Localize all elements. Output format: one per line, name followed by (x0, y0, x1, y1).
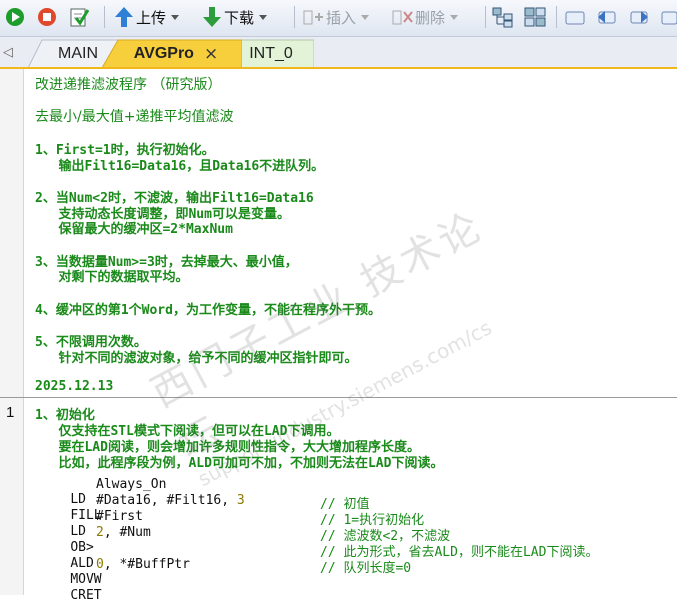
network-view-button[interactable] (491, 5, 515, 29)
network-number[interactable]: 1 (6, 404, 14, 421)
tab-bar: ◁ MAIN INT_0 AVGPro × (0, 37, 677, 68)
tab-int0-label: INT_0 (249, 44, 293, 62)
stop-icon (38, 8, 56, 26)
comment-date: 2025.12.13 (35, 379, 114, 394)
comment-title: 改进递推滤波程序 （研究版） (35, 77, 222, 93)
tab-main-label: MAIN (58, 44, 98, 62)
line-gutter (0, 69, 24, 595)
comment-item1-line2: 输出Filt16=Data16，且Data16不进队列。 (35, 159, 325, 174)
network-tree-icon (492, 7, 513, 28)
navigate-back-button[interactable] (596, 5, 618, 29)
navigate-forward-button[interactable] (628, 5, 650, 29)
upload-arrow-icon (115, 7, 133, 27)
insert-icon (303, 10, 323, 25)
close-icon[interactable]: × (204, 44, 218, 64)
network-divider (0, 397, 677, 398)
back-arrow-icon (598, 11, 616, 24)
code-arg: , *#BuffPtr (103, 557, 190, 572)
delete-icon (392, 10, 413, 25)
delete-label: 删除 (415, 8, 446, 27)
download-arrow-icon (203, 7, 221, 27)
run-icon (6, 8, 24, 26)
delete-dropdown-icon[interactable] (450, 14, 459, 20)
comment-subtitle: 去最小/最大值+递推平均值滤波 (35, 109, 234, 125)
comment-item4-line1: 4、缓冲区的第1个Word，为工作变量，不能在程序外干预。 (35, 303, 381, 318)
grid-view-button[interactable] (523, 5, 547, 29)
stop-button[interactable] (36, 5, 58, 29)
code-arg: , #Num (103, 525, 151, 540)
code-comment: // 队列长度=0 (320, 561, 412, 576)
code-constant: 0 (96, 557, 104, 572)
code-arg: Always_On (96, 477, 167, 492)
code-op: CRET (70, 588, 102, 603)
compile-check-icon (70, 8, 90, 27)
upload-label: 上传 (136, 8, 167, 27)
download-dropdown-icon[interactable] (259, 14, 268, 20)
code-constant: 2 (96, 525, 104, 540)
run-button[interactable] (4, 5, 26, 29)
download-label: 下载 (224, 8, 255, 27)
delete-button[interactable]: 删除 (391, 5, 459, 29)
comment-item5-line2: 针对不同的滤波对象，给予不同的缓冲区指针即可。 (35, 351, 358, 366)
download-button[interactable]: 下载 (202, 5, 268, 29)
tab-scroll-left-icon[interactable]: ◁ (3, 45, 13, 60)
code-arg: #Data16, #Filt16, (96, 493, 237, 508)
comment-item2-line3: 保留最大的缓冲区=2*MaxNum (35, 222, 233, 237)
tab-avgpro[interactable]: AVGPro × (102, 39, 242, 68)
panel-button[interactable] (660, 5, 677, 29)
forward-arrow-icon (630, 11, 648, 24)
window-button[interactable] (564, 5, 586, 29)
panel-icon (661, 11, 677, 25)
window-icon (565, 11, 585, 25)
compile-button[interactable] (68, 5, 90, 29)
insert-dropdown-icon[interactable] (361, 14, 370, 20)
network-comment-line4: 比如，此程序段为例，ALD可加可不加，不加则无法在LAD下阅读。 (35, 456, 444, 471)
code-line[interactable]: CRET (39, 573, 102, 603)
code-arg: #First (96, 509, 143, 524)
upload-dropdown-icon[interactable] (171, 14, 180, 20)
code-constant: 3 (236, 493, 245, 508)
insert-label: 插入 (326, 8, 357, 27)
insert-button[interactable]: 插入 (302, 5, 370, 29)
toolbar: 上传 下载 插入 删除 (0, 0, 677, 37)
grid-layout-icon (524, 7, 546, 27)
tab-avgpro-label: AVGPro (133, 44, 194, 62)
comment-item3-line2: 对剩下的数据取平均。 (35, 270, 189, 285)
upload-button[interactable]: 上传 (114, 5, 180, 29)
